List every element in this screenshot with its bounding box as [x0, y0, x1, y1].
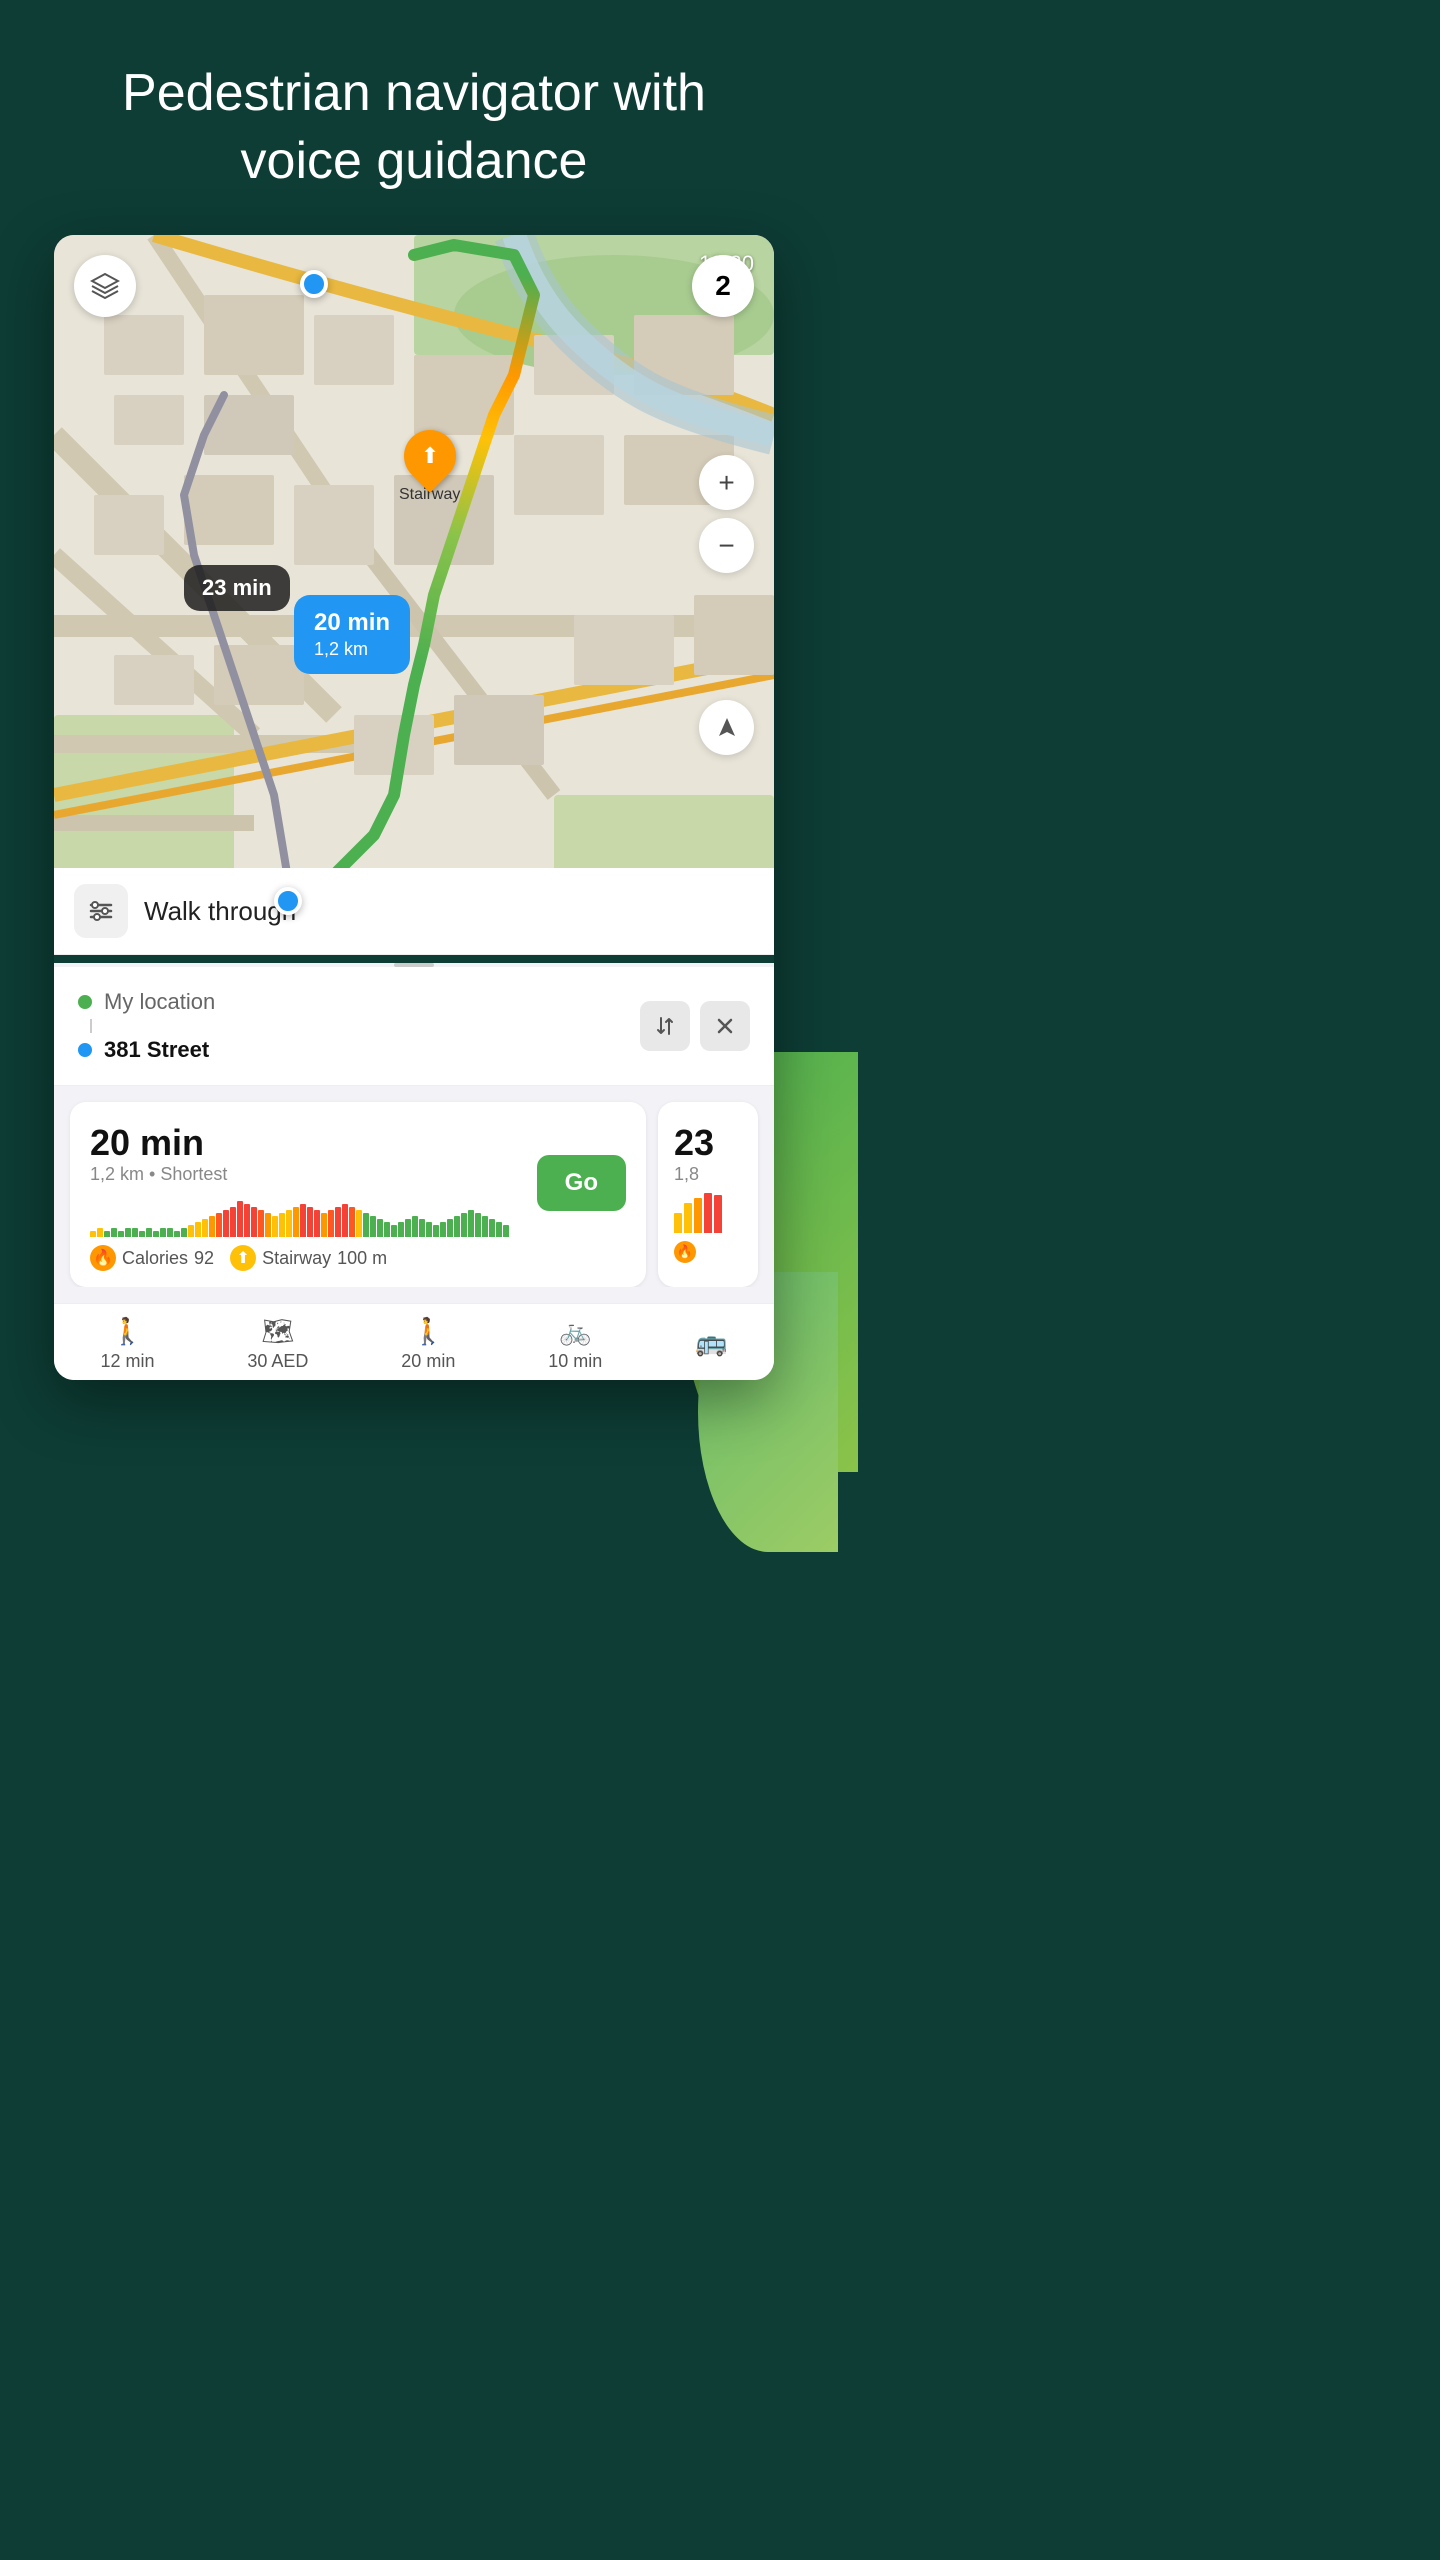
map-area[interactable]: 12:30 2 + − ⬆ Stairway	[54, 235, 774, 955]
from-location-text: My location	[104, 989, 215, 1015]
go-button[interactable]: Go	[537, 1155, 626, 1211]
navigation-button[interactable]	[699, 700, 754, 755]
toll-tab-icon: 🗺	[261, 1316, 294, 1347]
navigate-icon	[715, 716, 739, 740]
route-cards: 20 min 1,2 km • Shortest Go 🔥 Calories 9…	[54, 1086, 774, 1287]
alt-calories-info: 🔥	[674, 1241, 742, 1263]
walk-tab-label: 12 min	[100, 1351, 154, 1372]
stairway-icon: ⬆	[420, 443, 438, 469]
calories-label: Calories	[122, 1248, 188, 1269]
tab-toll[interactable]: 🗺 30 AED	[247, 1316, 308, 1372]
to-location: 381 Street	[78, 1033, 640, 1067]
bubble-time: 20 min	[314, 607, 390, 638]
route-duration: 20 min	[90, 1122, 204, 1163]
walk-through-bar: Walk through	[54, 868, 774, 955]
filter-button[interactable]	[74, 884, 128, 938]
stairway-marker[interactable]: ⬆ Stairway	[399, 430, 460, 504]
tab-pedestrian[interactable]: 🚶 20 min	[401, 1316, 455, 1372]
bottom-panel: My location 381 Street	[54, 963, 774, 1380]
stairway-route-value: 100 m	[337, 1248, 387, 1269]
stairway-info: ⬆ Stairway 100 m	[230, 1245, 387, 1271]
close-route-button[interactable]	[700, 1001, 750, 1051]
route-info-row: 🔥 Calories 92 ⬆ Stairway 100 m	[90, 1245, 626, 1271]
alt-route-duration-bubble: 23 min	[184, 565, 290, 611]
tab-bike[interactable]: 🚲 10 min	[548, 1316, 602, 1372]
to-dot	[78, 1043, 92, 1057]
bottom-tabs: 🚶 12 min 🗺 30 AED 🚶 20 min 🚲 10 min 🚌	[54, 1303, 774, 1380]
swap-locations-button[interactable]	[640, 1001, 690, 1051]
alt-route-card[interactable]: 23 1,8 🔥	[658, 1102, 758, 1287]
filter-icon	[87, 897, 115, 925]
tab-bus[interactable]: 🚌	[695, 1327, 727, 1362]
swap-icon	[654, 1015, 676, 1037]
bubble-distance: 1,2 km	[314, 638, 390, 661]
to-location-text: 381 Street	[104, 1037, 209, 1063]
from-dot	[78, 995, 92, 1009]
pedestrian-tab-icon: 🚶	[412, 1316, 444, 1347]
layers-icon	[90, 271, 120, 301]
page-title: Pedestrian navigator with voice guidance	[0, 0, 828, 235]
close-icon	[715, 1016, 735, 1036]
destination-dot	[274, 887, 302, 915]
map-container: 12:30 2 + − ⬆ Stairway	[54, 235, 774, 1380]
zoom-out-button[interactable]: −	[699, 518, 754, 573]
calories-value: 92	[194, 1248, 214, 1269]
walk-tab-icon: 🚶	[111, 1316, 143, 1347]
map-svg	[54, 235, 774, 955]
alt-route-details: 1,8	[674, 1164, 742, 1185]
toll-tab-label: 30 AED	[247, 1351, 308, 1372]
zoom-in-button[interactable]: +	[699, 455, 754, 510]
alt-route-duration: 23	[674, 1122, 742, 1164]
pedestrian-tab-label: 20 min	[401, 1351, 455, 1372]
origin-dot	[300, 270, 328, 298]
from-location: My location	[78, 985, 640, 1019]
alt-elevation-chart	[674, 1193, 742, 1233]
alt-calories-icon: 🔥	[674, 1241, 696, 1263]
location-actions	[640, 1001, 750, 1051]
route-count-badge[interactable]: 2	[692, 255, 754, 317]
elevation-chart	[90, 1197, 537, 1237]
layers-button[interactable]	[74, 255, 136, 317]
bus-tab-icon: 🚌	[695, 1327, 727, 1358]
tab-walk[interactable]: 🚶 12 min	[100, 1316, 154, 1372]
zoom-controls: + −	[699, 455, 754, 573]
calories-info: 🔥 Calories 92	[90, 1245, 214, 1271]
location-row: My location 381 Street	[54, 967, 774, 1086]
location-inputs: My location 381 Street	[78, 985, 640, 1067]
stairway-route-icon: ⬆	[230, 1245, 256, 1271]
main-route-card[interactable]: 20 min 1,2 km • Shortest Go 🔥 Calories 9…	[70, 1102, 646, 1287]
bike-tab-label: 10 min	[548, 1351, 602, 1372]
calories-icon: 🔥	[90, 1245, 116, 1271]
main-route-duration-bubble: 20 min 1,2 km	[294, 595, 410, 674]
bike-tab-icon: 🚲	[559, 1316, 591, 1347]
location-connector	[90, 1019, 92, 1033]
stairway-route-label: Stairway	[262, 1248, 331, 1269]
